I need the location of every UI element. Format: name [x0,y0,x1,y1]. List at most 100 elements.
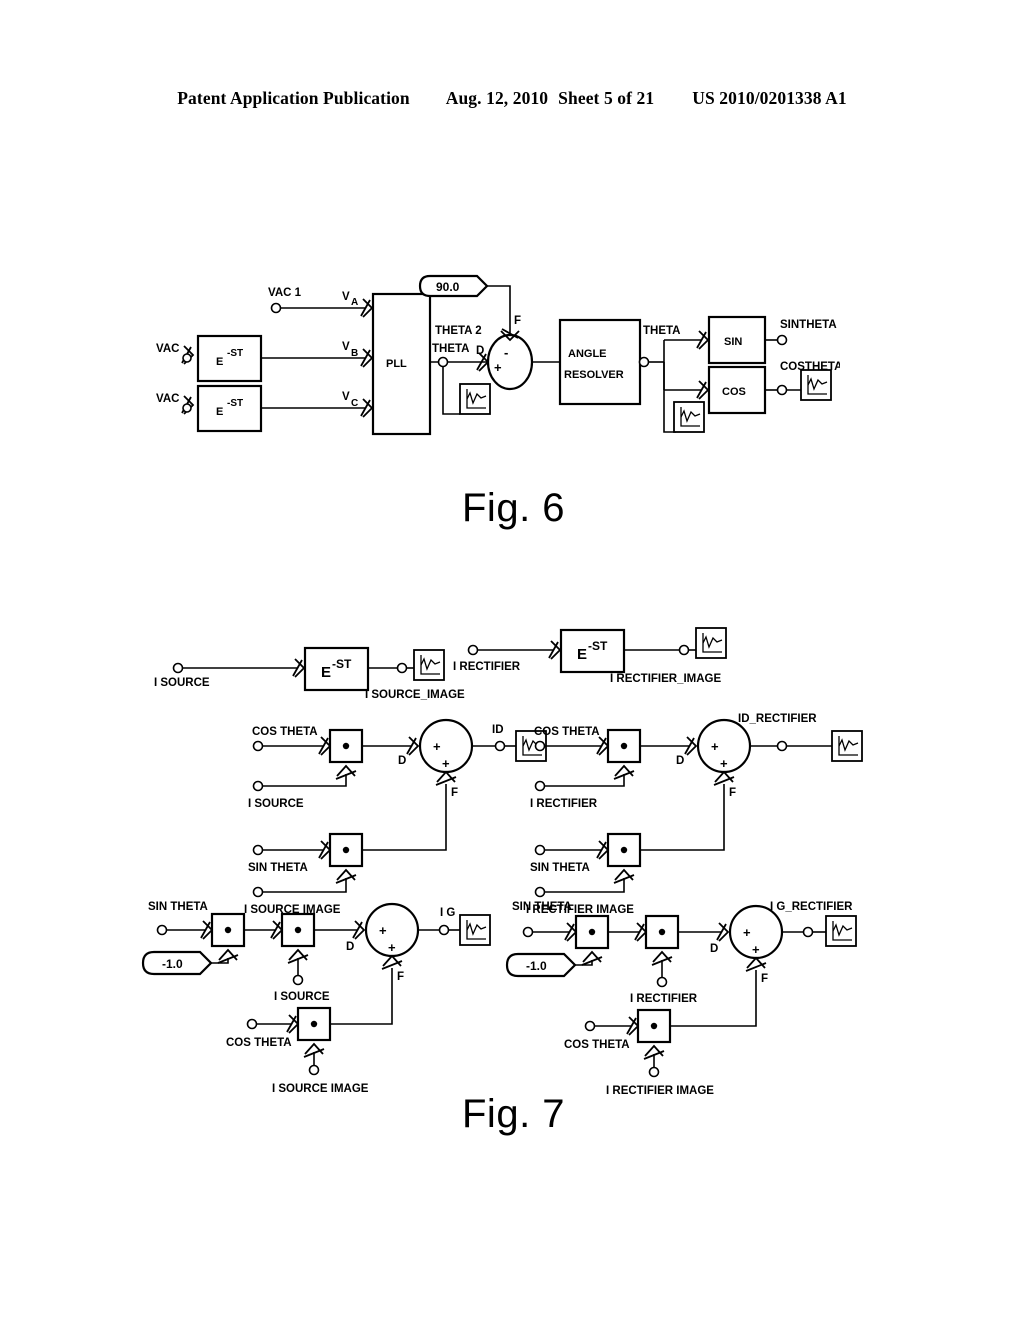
fig6-label-vac1: VAC 1 [268,287,302,299]
fig6-node-theta-out[interactable] [638,356,650,368]
fig6-label-vb: V [342,341,350,353]
fig6-constant-90-value: 90.0 [436,280,460,294]
fig6-summer[interactable]: - + D [476,328,560,391]
fig6-label-f-input: F [514,315,521,327]
fig6-port-sintheta[interactable] [776,334,788,346]
fig6-signal-theta-out: THETA [638,325,709,433]
fig7-ml-label-id: ID [492,724,504,736]
fig7-br-port-i-rectifier[interactable] [656,976,668,988]
fig7-port-i-rectifier[interactable] [467,644,479,656]
fig7-br-label-f: F [761,973,768,985]
fig7-ml-node-id[interactable] [494,740,506,752]
fig7-ml-label-cos-theta: COS THETA [252,726,318,738]
fig7-br-port-i-rectifier-image[interactable] [648,1066,660,1078]
page-header: Patent Application Publication Aug. 12, … [0,88,1024,109]
fig7-mr-port-sin-theta[interactable] [534,844,546,856]
fig7-ml-mult-2[interactable] [328,832,364,868]
fig7-br-constant-value: -1.0 [526,959,547,973]
fig7-ml-port-i-source[interactable] [252,780,264,792]
fig7-br-sign-f: + [752,942,760,957]
fig7-bl-label-cos-theta: COS THETA [226,1037,292,1049]
fig6-label-theta-out: THETA [643,325,680,337]
fig7-scope-i-rectifier-image[interactable] [695,627,727,659]
fig7-ml-label-f: F [451,787,458,799]
fig7-mr-label-cos-theta: COS THETA [534,726,600,738]
fig7-br-sign-d: + [743,925,751,940]
fig6-block-cos[interactable]: COS COSTHETA [707,361,840,415]
fig7-mr-port-cos-theta[interactable] [534,740,546,752]
fig6-block-pll[interactable]: PLL [371,292,432,436]
fig6-block-angle-resolver[interactable]: ANGLE RESOLVER [558,318,642,406]
fig7-ml-port-i-source-image[interactable] [252,886,264,898]
fig7-br-port-sin-theta[interactable] [522,926,534,938]
fig7-bl-label-sin-theta: SIN THETA [148,901,208,913]
fig7-delay-rectifier-label: E [577,646,587,663]
fig6-port-vac-c[interactable] [182,403,192,413]
fig7-br-mult-2[interactable] [644,914,680,950]
fig7-node-i-source-image[interactable] [396,662,408,674]
fig7-scope-ig-rectifier[interactable] [825,915,857,947]
fig7-label-i-source-in: I SOURCE [154,677,210,689]
fig7-bl-mult-3[interactable] [296,1006,332,1042]
fig6-scope-theta-pll[interactable] [459,383,491,415]
fig7-delay-source-sup: -ST [332,657,352,671]
fig7-bot-left: SIN THETA -1.0 I SOURCE D + + I G COS TH… [141,901,491,1095]
figure-6-diagram: VAC 1 V A VAC E -ST V B VAC E -ST V C PL… [156,274,840,436]
fig6-label-vc: V [342,391,350,403]
figure-6-caption: Fig. 6 [462,486,566,530]
fig7-mr-node-id-rectifier[interactable] [776,740,788,752]
fig7-br-mult-1[interactable] [574,914,610,950]
fig6-block-sin[interactable]: SIN SINTHETA [707,315,837,365]
fig7-top-left: I SOURCE E -ST I SOURCE_IMAGE [154,646,465,701]
fig6-port-vac-b[interactable] [182,353,192,363]
fig7-ml-label-i-source: I SOURCE [248,798,304,810]
fig7-delay-rectifier-sup: -ST [588,639,608,653]
fig7-mr-port-i-rectifier[interactable] [534,780,546,792]
fig7-scope-ig[interactable] [459,914,491,946]
fig6-scope-costheta[interactable] [800,369,832,401]
fig7-bl-port-sin-theta[interactable] [156,924,168,936]
patent-page: Patent Application Publication Aug. 12, … [0,0,1024,1320]
fig7-mr-mult-1[interactable] [606,728,642,764]
fig7-bl-port-i-source-image[interactable] [308,1064,320,1076]
fig6-label-vc-sub: C [351,398,358,409]
fig6-angle-resolver-line2: RESOLVER [564,369,624,381]
fig7-port-i-source[interactable] [172,662,184,674]
fig6-pll-label: PLL [386,358,407,370]
fig7-scope-i-source-image[interactable] [413,649,445,681]
fig7-br-port-cos-theta[interactable] [584,1020,596,1032]
fig7-mr-label-sin-theta: SIN THETA [530,862,590,874]
fig7-node-i-rectifier-image[interactable] [678,644,690,656]
fig6-input-vac-b: VAC E -ST V B [156,334,373,383]
fig7-ml-port-sin-theta[interactable] [252,844,264,856]
fig7-mr-port-i-rectifier-image[interactable] [534,886,546,898]
fig7-bl-port-cos-theta[interactable] [246,1018,258,1030]
fig6-port-costheta[interactable] [776,384,788,396]
fig6-port-vac1[interactable] [270,302,282,314]
fig6-node-theta-pll[interactable] [437,356,449,368]
fig7-scope-id-rectifier[interactable] [831,730,863,762]
fig7-ml-port-cos-theta[interactable] [252,740,264,752]
fig7-bl-constant[interactable]: -1.0 [141,949,239,976]
fig7-br-label-d: D [710,943,718,955]
fig7-ml-mult-1[interactable] [328,728,364,764]
fig7-bl-mult-1[interactable] [210,912,246,948]
fig6-sin-label: SIN [724,336,742,348]
fig7-ml-label-d: D [398,755,406,767]
fig7-br-constant[interactable]: -1.0 [505,951,603,978]
fig7-bl-port-i-source[interactable] [292,974,304,986]
fig6-delay-b-sup: -ST [227,348,243,359]
fig7-bl-node-ig[interactable] [438,924,450,936]
fig6-scope-theta-out[interactable] [673,401,705,433]
fig7-br-node-ig-rectifier[interactable] [802,926,814,938]
fig7-br-mult-3[interactable] [636,1008,672,1044]
fig6-label-theta2: THETA 2 [435,325,482,337]
fig6-label-va-sub: A [351,297,358,308]
fig7-bl-label-ig: I G [440,907,455,919]
fig6-label-va: V [342,291,350,303]
fig7-mid-left: COS THETA I SOURCE D + + ID SIN THETA I … [244,718,547,916]
fig7-mr-mult-2[interactable] [606,832,642,868]
fig7-bl-mult-2[interactable] [280,912,316,948]
figure-7-caption: Fig. 7 [462,1092,566,1136]
fig6-angle-resolver-line1: ANGLE [568,348,607,360]
